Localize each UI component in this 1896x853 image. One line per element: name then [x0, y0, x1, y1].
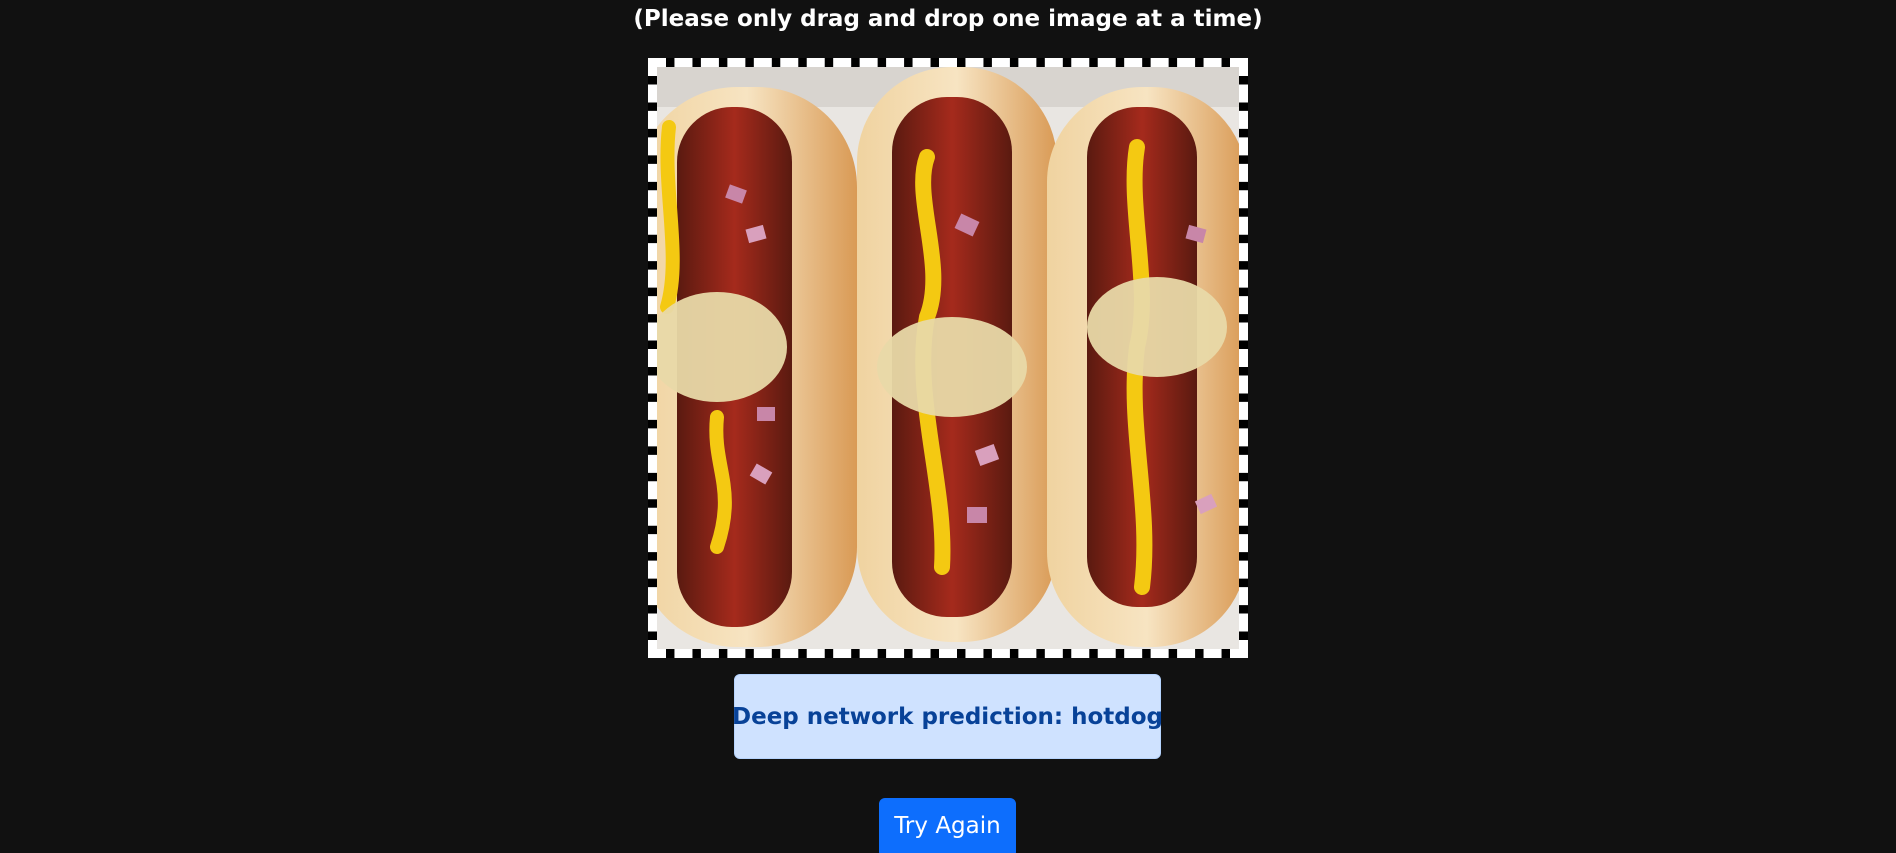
hotdog-left [657, 87, 857, 647]
page: (Please only drag and drop one image at … [0, 0, 1896, 853]
instruction-text: (Please only drag and drop one image at … [633, 6, 1263, 32]
image-dropzone[interactable] [648, 58, 1248, 658]
hotdog-right [1047, 87, 1239, 647]
try-again-button[interactable]: Try Again [879, 798, 1016, 853]
hotdog-image [657, 67, 1239, 649]
prediction-text: Deep network prediction: hotdog [732, 703, 1163, 730]
prediction-alert: Deep network prediction: hotdog [732, 674, 1163, 759]
hotdog-middle [857, 67, 1057, 642]
try-again-label: Try Again [894, 813, 1001, 839]
